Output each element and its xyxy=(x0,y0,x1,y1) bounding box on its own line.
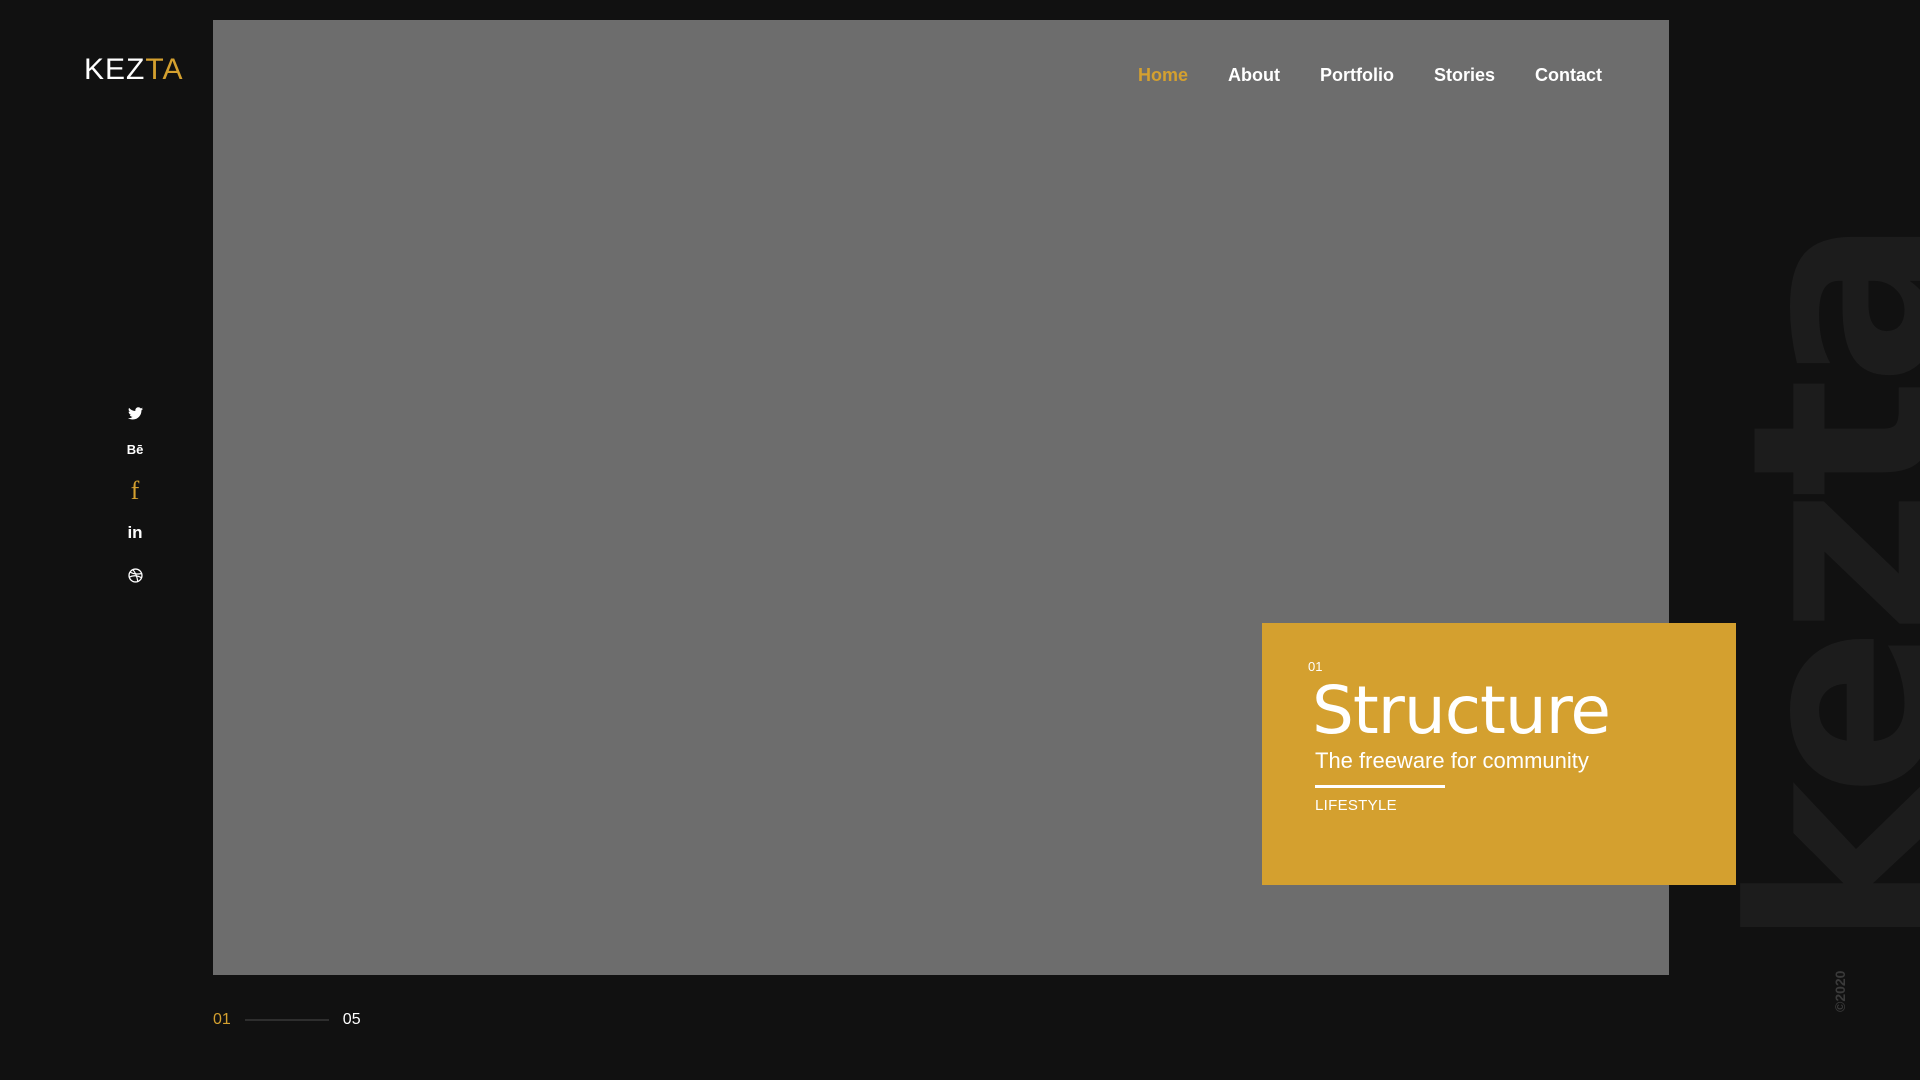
main-nav: Home About Portfolio Stories Contact xyxy=(1098,64,1602,86)
behance-icon[interactable]: Bē xyxy=(120,434,150,464)
slide-divider xyxy=(1315,785,1445,788)
page: KEZTA Home About Portfolio Stories Conta… xyxy=(0,0,1920,1080)
logo-part-1: KEZ xyxy=(84,53,146,86)
slide-pager: 01 05 xyxy=(213,1011,361,1029)
twitter-icon[interactable] xyxy=(120,398,150,428)
slide-title: Structure xyxy=(1312,672,1611,749)
nav-item-stories[interactable]: Stories xyxy=(1434,64,1495,86)
nav-item-about[interactable]: About xyxy=(1228,64,1280,86)
watermark-text: kezta xyxy=(1734,225,1920,948)
pager-current: 01 xyxy=(213,1011,231,1028)
nav-item-contact[interactable]: Contact xyxy=(1535,64,1602,86)
facebook-icon[interactable]: f xyxy=(120,476,150,506)
nav-item-portfolio[interactable]: Portfolio xyxy=(1320,64,1394,86)
linkedin-icon[interactable]: in xyxy=(120,518,150,548)
dribbble-icon[interactable] xyxy=(120,560,150,590)
logo-part-2: TA xyxy=(145,53,184,86)
pager-progress-track[interactable] xyxy=(244,1019,329,1021)
pager-total: 05 xyxy=(342,1011,361,1028)
slide-subtitle: The freeware for community xyxy=(1315,748,1589,773)
slide-category[interactable]: LIFESTYLE xyxy=(1315,796,1397,816)
logo[interactable]: KEZTA xyxy=(84,52,183,88)
social-links: Bē f in xyxy=(120,398,150,590)
nav-item-home[interactable]: Home xyxy=(1138,64,1188,86)
copyright: ©2020 xyxy=(1832,970,1848,1012)
slide-card[interactable]: 01 Structure The freeware for community … xyxy=(1262,623,1736,885)
watermark: kezta xyxy=(1734,208,1920,948)
